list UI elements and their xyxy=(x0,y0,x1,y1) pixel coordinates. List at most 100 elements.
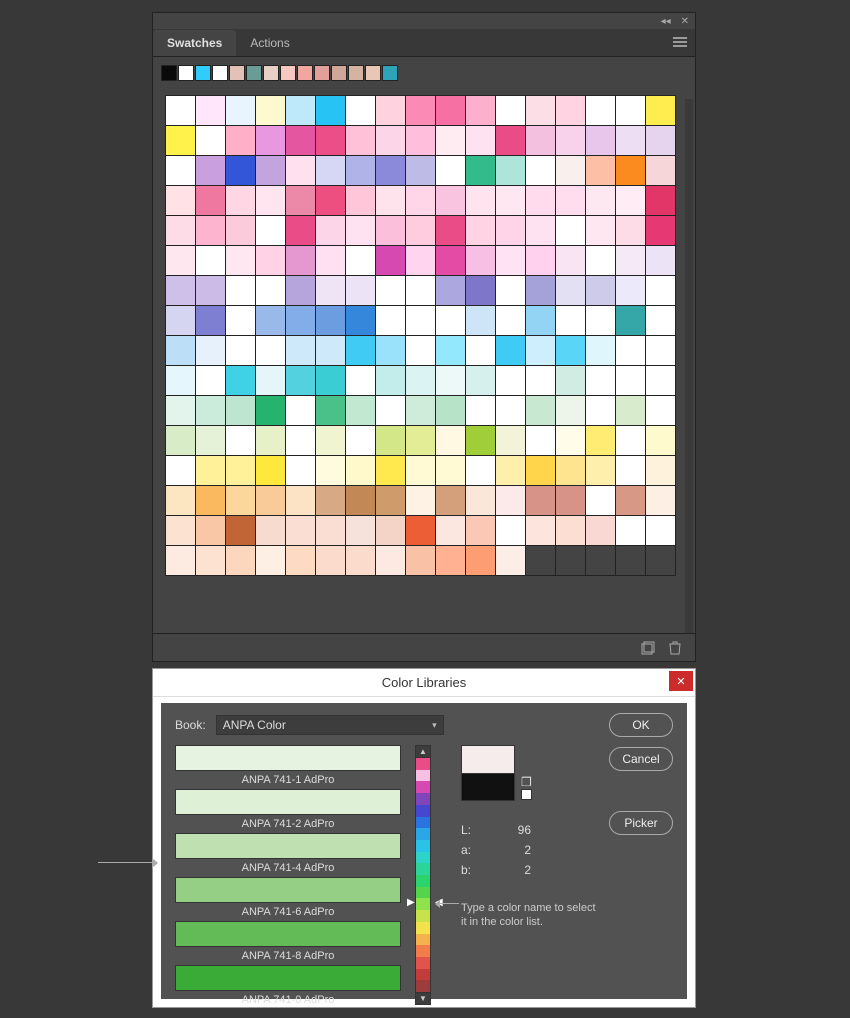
swatch-cell[interactable] xyxy=(466,336,495,365)
swatch-cell[interactable] xyxy=(382,65,398,81)
swatch-cell[interactable] xyxy=(436,156,465,185)
swatch-cell[interactable] xyxy=(436,336,465,365)
swatch-cell[interactable] xyxy=(286,516,315,545)
swatch-cell[interactable] xyxy=(496,276,525,305)
swatch-cell[interactable] xyxy=(346,486,375,515)
swatch-cell[interactable] xyxy=(436,396,465,425)
ramp-segment[interactable] xyxy=(416,840,430,852)
ramp-body[interactable] xyxy=(416,758,430,992)
swatch-cell[interactable] xyxy=(196,426,225,455)
swatch-cell[interactable] xyxy=(646,246,675,275)
swatch-cell[interactable] xyxy=(178,65,194,81)
swatch-cell[interactable] xyxy=(316,246,345,275)
swatch-cell[interactable] xyxy=(226,336,255,365)
library-item[interactable]: ANPA 741-8 AdPro xyxy=(175,921,401,965)
swatch-cell[interactable] xyxy=(556,96,585,125)
ramp-segment[interactable] xyxy=(416,805,430,817)
swatch-cell[interactable] xyxy=(314,65,330,81)
swatch-cell[interactable] xyxy=(256,156,285,185)
swatch-cell[interactable] xyxy=(466,276,495,305)
swatch-cell[interactable] xyxy=(226,216,255,245)
swatch-cell[interactable] xyxy=(616,396,645,425)
swatch-cell[interactable] xyxy=(316,156,345,185)
ramp-segment[interactable] xyxy=(416,945,430,957)
library-item[interactable]: ANPA 741-0 AdPro xyxy=(175,965,401,1009)
swatch-cell[interactable] xyxy=(526,96,555,125)
swatch-cell[interactable] xyxy=(212,65,228,81)
swatch-cell[interactable] xyxy=(226,456,255,485)
library-item[interactable]: ANPA 741-6 AdPro xyxy=(175,877,401,921)
swatch-cell[interactable] xyxy=(556,156,585,185)
swatch-cell[interactable] xyxy=(346,96,375,125)
swatch-cell[interactable] xyxy=(376,426,405,455)
swatch-cell[interactable] xyxy=(526,366,555,395)
swatch-cell[interactable] xyxy=(346,426,375,455)
swatch-cell[interactable] xyxy=(436,246,465,275)
swatch-cell[interactable] xyxy=(196,306,225,335)
swatch-cell[interactable] xyxy=(586,96,615,125)
swatch-cell[interactable] xyxy=(316,276,345,305)
swatch-cell[interactable] xyxy=(616,516,645,545)
swatch-cell[interactable] xyxy=(646,96,675,125)
swatch-cell[interactable] xyxy=(646,366,675,395)
swatch-cell[interactable] xyxy=(406,486,435,515)
swatch-cell[interactable] xyxy=(436,426,465,455)
swatch-cell[interactable] xyxy=(556,306,585,335)
swatch-cell[interactable] xyxy=(286,96,315,125)
swatch-cell[interactable] xyxy=(376,276,405,305)
swatch-cell[interactable] xyxy=(316,186,345,215)
swatch-cell[interactable] xyxy=(316,396,345,425)
swatch-cell[interactable] xyxy=(406,306,435,335)
swatch-cell[interactable] xyxy=(256,426,285,455)
swatch-cell[interactable] xyxy=(316,426,345,455)
swatch-cell[interactable] xyxy=(348,65,364,81)
trash-icon[interactable] xyxy=(669,641,681,655)
swatch-cell[interactable] xyxy=(406,366,435,395)
swatch-cell[interactable] xyxy=(616,336,645,365)
swatch-cell[interactable] xyxy=(526,156,555,185)
tab-swatches[interactable]: Swatches xyxy=(153,30,236,56)
swatch-cell[interactable] xyxy=(526,126,555,155)
swatch-cell[interactable] xyxy=(316,516,345,545)
swatch-cell[interactable] xyxy=(286,186,315,215)
swatch-cell[interactable] xyxy=(166,456,195,485)
swatch-cell[interactable] xyxy=(556,486,585,515)
swatch-cell[interactable] xyxy=(556,516,585,545)
swatch-cell[interactable] xyxy=(166,306,195,335)
swatch-cell[interactable] xyxy=(196,366,225,395)
swatch-cell[interactable] xyxy=(586,516,615,545)
swatch-cell[interactable] xyxy=(646,516,675,545)
swatch-cell[interactable] xyxy=(466,546,495,575)
ramp-segment[interactable] xyxy=(416,817,430,829)
swatch-cell[interactable] xyxy=(496,126,525,155)
swatch-cell[interactable] xyxy=(436,186,465,215)
swatch-cell[interactable] xyxy=(226,276,255,305)
ramp-segment[interactable] xyxy=(416,758,430,770)
swatch-cell[interactable] xyxy=(436,96,465,125)
swatch-cell[interactable] xyxy=(526,396,555,425)
swatch-cell[interactable] xyxy=(376,156,405,185)
swatch-cell[interactable] xyxy=(526,246,555,275)
swatch-cell[interactable] xyxy=(316,546,345,575)
swatch-cell[interactable] xyxy=(586,336,615,365)
swatch-cell[interactable] xyxy=(496,426,525,455)
swatch-cell[interactable] xyxy=(556,186,585,215)
swatch-cell[interactable] xyxy=(556,336,585,365)
swatch-cell[interactable] xyxy=(406,216,435,245)
swatch-cell[interactable] xyxy=(256,306,285,335)
close-icon[interactable]: ✕ xyxy=(681,16,689,27)
library-item-swatch[interactable] xyxy=(175,745,401,771)
library-item-swatch[interactable] xyxy=(175,789,401,815)
swatch-cell[interactable] xyxy=(616,246,645,275)
swatch-cell[interactable] xyxy=(316,216,345,245)
swatch-cell[interactable] xyxy=(586,486,615,515)
library-item-swatch[interactable] xyxy=(175,921,401,947)
swatch-cell[interactable] xyxy=(256,126,285,155)
swatch-cell[interactable] xyxy=(226,366,255,395)
swatch-cell[interactable] xyxy=(226,186,255,215)
swatch-cell[interactable] xyxy=(616,276,645,305)
swatch-cell[interactable] xyxy=(496,366,525,395)
swatch-cell[interactable] xyxy=(616,426,645,455)
websafe-swatch[interactable] xyxy=(521,789,532,800)
swatch-cell[interactable] xyxy=(586,366,615,395)
